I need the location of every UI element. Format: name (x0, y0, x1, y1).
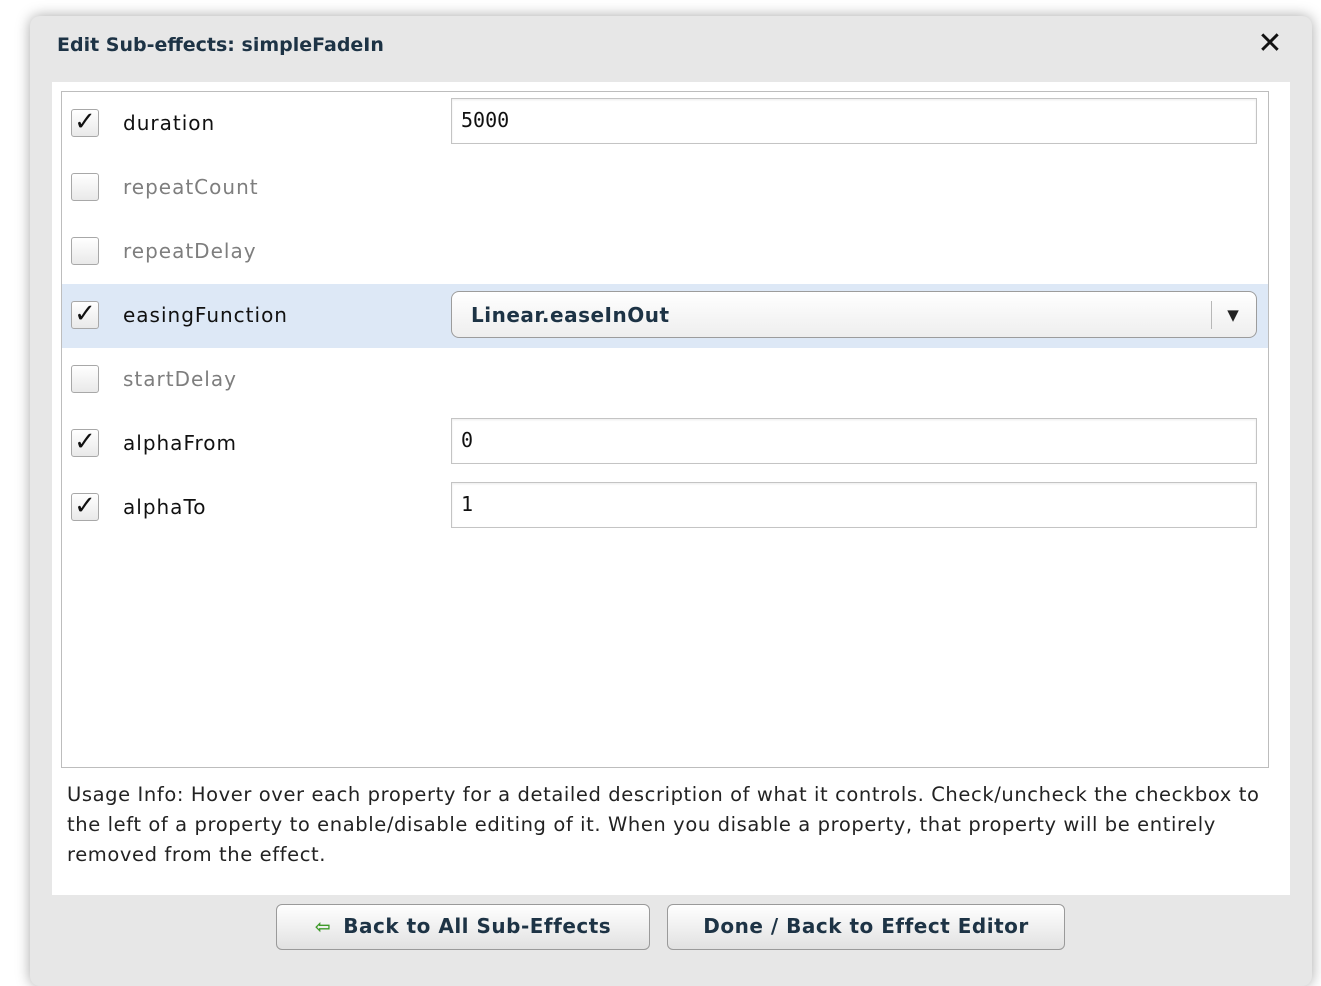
easingfunction-select[interactable]: Linear.easeInOut ▼ (451, 291, 1257, 338)
dialog-content-panel: ✓ duration 5000 repeatCount repeatDelay … (52, 82, 1290, 895)
select-divider (1211, 301, 1212, 329)
back-arrow-icon: ⇦ (314, 916, 332, 938)
easingfunction-selected-value: Linear.easeInOut (471, 303, 670, 327)
property-row-startdelay: startDelay (62, 348, 1268, 412)
property-row-repeatdelay: repeatDelay (62, 220, 1268, 284)
alphato-input[interactable]: 1 (451, 482, 1257, 528)
alphafrom-label: alphaFrom (123, 431, 237, 455)
easingfunction-checkbox[interactable]: ✓ (71, 301, 99, 329)
back-to-all-subeffects-button[interactable]: ⇦ Back to All Sub-Effects (276, 904, 650, 950)
repeatdelay-label: repeatDelay (123, 239, 257, 263)
duration-label: duration (123, 111, 216, 135)
close-icon[interactable]: ✕ (1254, 28, 1286, 60)
property-row-alphafrom: ✓ alphaFrom 0 (62, 412, 1268, 476)
duration-checkbox[interactable]: ✓ (71, 109, 99, 137)
chevron-down-icon[interactable]: ▼ (1220, 301, 1246, 329)
usage-info-text: Usage Info: Hover over each property for… (67, 783, 1260, 866)
alphafrom-input[interactable]: 0 (451, 418, 1257, 464)
startdelay-checkbox[interactable] (71, 365, 99, 393)
properties-list: ✓ duration 5000 repeatCount repeatDelay … (61, 91, 1269, 768)
edit-subeffects-dialog: Edit Sub-effects: simpleFadeIn ✕ ✓ durat… (30, 16, 1312, 986)
property-row-repeatcount: repeatCount (62, 156, 1268, 220)
alphafrom-checkbox[interactable]: ✓ (71, 429, 99, 457)
startdelay-label: startDelay (123, 367, 237, 391)
back-button-label: Back to All Sub-Effects (343, 914, 612, 938)
property-row-duration: ✓ duration 5000 (62, 92, 1268, 156)
duration-input[interactable]: 5000 (451, 98, 1257, 144)
property-row-easingfunction: ✓ easingFunction Linear.easeInOut ▼ (62, 284, 1268, 348)
alphato-checkbox[interactable]: ✓ (71, 493, 99, 521)
dialog-title: Edit Sub-effects: simpleFadeIn (57, 34, 384, 56)
repeatdelay-checkbox[interactable] (71, 237, 99, 265)
easingfunction-label: easingFunction (123, 303, 288, 327)
repeatcount-label: repeatCount (123, 175, 259, 199)
repeatcount-checkbox[interactable] (71, 173, 99, 201)
property-row-alphato: ✓ alphaTo 1 (62, 476, 1268, 540)
alphato-label: alphaTo (123, 495, 207, 519)
done-back-to-effect-editor-button[interactable]: Done / Back to Effect Editor (667, 904, 1065, 950)
